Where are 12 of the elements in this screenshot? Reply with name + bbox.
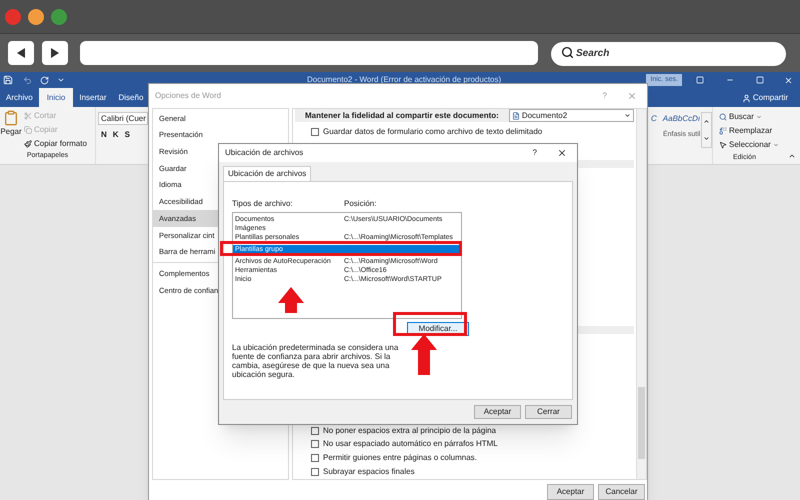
checkbox-label: No usar espaciado automático en párrafos HTML xyxy=(323,438,498,450)
checkbox-label: No poner espacios extra al principio de la página xyxy=(323,424,496,437)
checkbox-label: Permitir guiones entre páginas o columnas. xyxy=(323,452,477,464)
dialog-title: Ubicación de archivos xyxy=(225,147,304,159)
note-text: La ubicación predeterminada se considera una fuente de confianza para abrir archivos. Si la cambia, asegúrese de que la nueva sea una ubicación segura. xyxy=(232,343,400,379)
window-title: Documento2 - Word (Error de activación de productos) xyxy=(307,74,502,86)
column-header: Posición: xyxy=(344,198,376,210)
checkbox-label: Guardar datos de formulario como archivo de texto delimitado xyxy=(323,126,542,138)
checkbox-label: Subrayar espacios finales xyxy=(323,466,415,478)
column-header: Tipos de archivo: xyxy=(232,198,294,210)
section-label: Mantener la fidelidad al compartir este documento: xyxy=(305,110,499,122)
dialog-title: Opciones de Word xyxy=(155,90,222,102)
